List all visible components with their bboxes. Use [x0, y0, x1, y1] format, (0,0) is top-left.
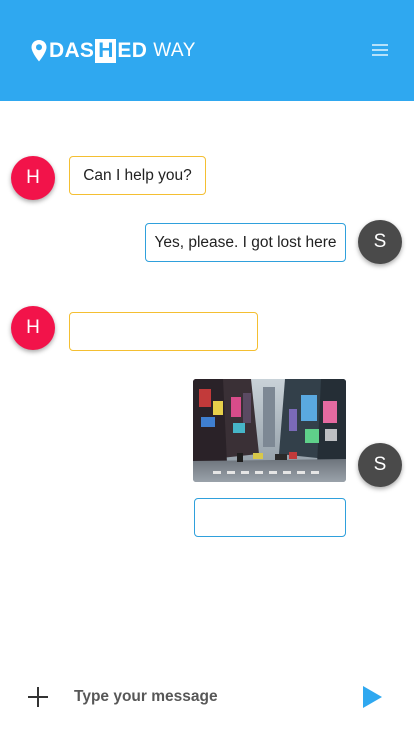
logo-text-boxed-letter: H [95, 39, 117, 63]
send-arrow-icon[interactable] [360, 684, 384, 710]
message-composer [0, 666, 414, 726]
user-avatar[interactable]: S [358, 443, 402, 487]
avatar-initial: H [26, 167, 40, 188]
incoming-message-bubble-empty [69, 312, 258, 351]
message-input[interactable] [74, 684, 334, 710]
avatar-initial: S [373, 231, 387, 252]
helper-avatar[interactable]: H [11, 306, 55, 350]
plus-icon[interactable] [27, 686, 49, 708]
city-street-photo[interactable] [193, 379, 346, 482]
location-pin-icon [31, 40, 47, 62]
logo-text-way: WAY [153, 40, 196, 61]
helper-avatar[interactable]: H [11, 156, 55, 200]
app-header: DAS H ED WAY [0, 0, 414, 101]
logo-text-das: DAS [49, 39, 95, 62]
brand-logo[interactable]: DAS H ED WAY [30, 38, 196, 64]
city-street-image [193, 379, 346, 482]
outgoing-message-bubble-empty [194, 498, 346, 537]
message-text: Yes, please. I got lost here [154, 233, 337, 251]
avatar-initial: H [26, 317, 40, 338]
message-text: Can I help you? [83, 166, 192, 184]
user-avatar[interactable]: S [358, 220, 402, 264]
logo-text-ed: ED [117, 39, 148, 62]
avatar-initial: S [373, 454, 387, 475]
incoming-message-bubble: Can I help you? [69, 156, 206, 195]
hamburger-menu-icon[interactable] [370, 42, 390, 58]
outgoing-message-bubble: Yes, please. I got lost here [145, 223, 346, 262]
